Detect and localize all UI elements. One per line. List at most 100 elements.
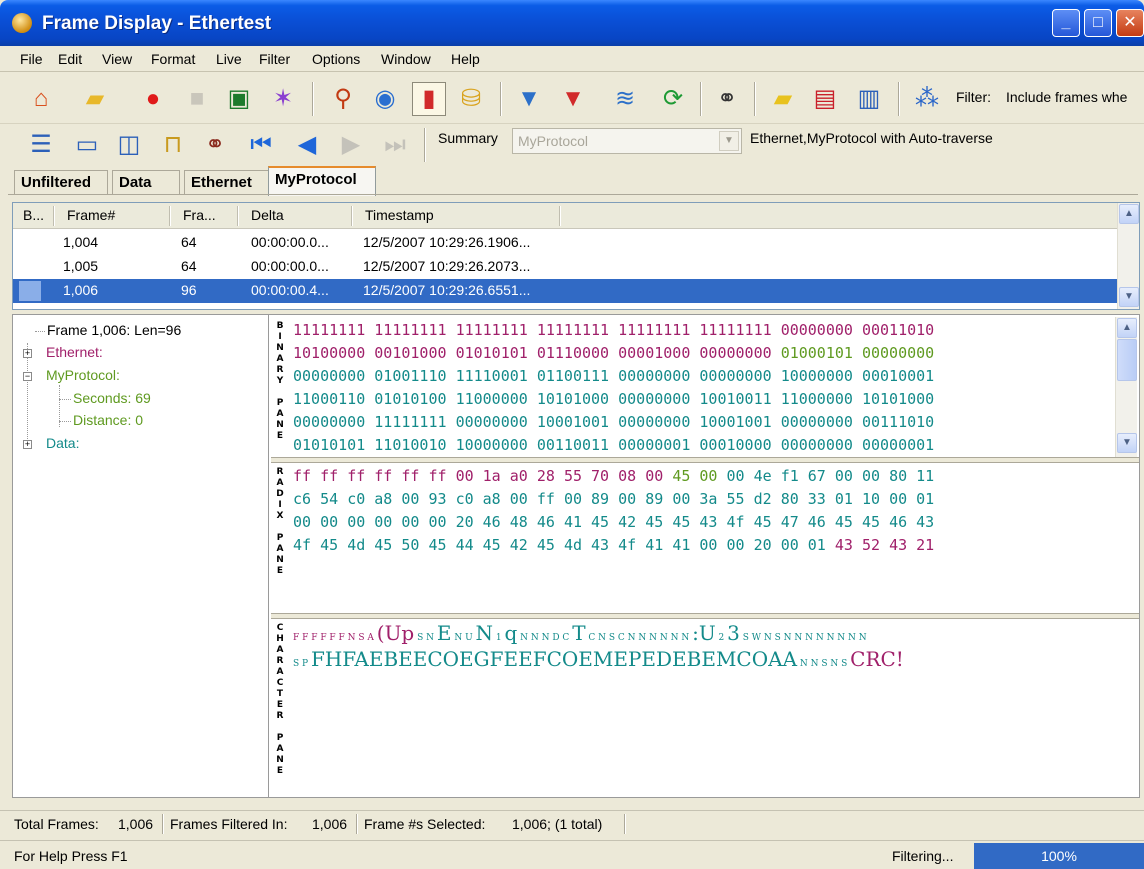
binary-byte[interactable]: 01100111 xyxy=(537,367,618,385)
binary-byte[interactable]: 11111111 xyxy=(537,321,618,339)
scroll-up-icon[interactable]: ▲ xyxy=(1117,318,1137,338)
hex-byte[interactable]: 00 xyxy=(699,467,726,485)
tree-node-ethernet[interactable]: Ethernet: xyxy=(46,344,103,360)
hex-byte[interactable]: 45 xyxy=(672,467,699,485)
hex-byte[interactable]: 45 xyxy=(483,536,510,554)
frame-list-scrollbar[interactable]: ▲ ▼ xyxy=(1117,203,1139,309)
hex-byte[interactable]: 10 xyxy=(862,490,889,508)
tab-unfiltered[interactable]: Unfiltered xyxy=(14,170,108,194)
binary-byte[interactable]: 10001001 xyxy=(699,413,780,431)
hex-byte[interactable]: 00 xyxy=(564,490,591,508)
binary-byte[interactable]: 00000001 xyxy=(862,436,934,454)
binary-byte[interactable]: 11010010 xyxy=(374,436,455,454)
binary-byte[interactable]: 10101000 xyxy=(537,390,618,408)
hex-byte[interactable]: 4d xyxy=(347,536,374,554)
hex-byte[interactable]: 80 xyxy=(781,490,808,508)
hex-byte[interactable]: 43 xyxy=(699,513,726,531)
home-icon[interactable]: ⌂ xyxy=(24,82,58,116)
hex-byte[interactable]: 00 xyxy=(699,536,726,554)
menu-format[interactable]: Format xyxy=(151,51,195,67)
hex-byte[interactable]: f1 xyxy=(781,467,808,485)
menu-filter[interactable]: Filter xyxy=(259,51,290,67)
scroll-down-icon[interactable]: ▼ xyxy=(1117,433,1137,453)
column-bookmark[interactable]: B... xyxy=(23,207,44,223)
binary-byte[interactable]: 00000000 xyxy=(618,390,699,408)
hex-byte[interactable]: 45 xyxy=(862,513,889,531)
binary-byte[interactable]: 00010001 xyxy=(862,367,934,385)
hex-byte[interactable]: 42 xyxy=(618,513,645,531)
tab-data[interactable]: Data xyxy=(112,170,180,194)
hex-byte[interactable]: a8 xyxy=(374,490,401,508)
menu-help[interactable]: Help xyxy=(451,51,480,67)
hex-byte[interactable]: 43 xyxy=(835,536,862,554)
network-icon[interactable]: ⁂ xyxy=(910,82,944,116)
hex-byte[interactable]: 00 xyxy=(889,490,916,508)
binary-byte[interactable]: 10010011 xyxy=(699,390,780,408)
binary-byte[interactable]: 11110001 xyxy=(456,367,537,385)
hex-byte[interactable]: 4e xyxy=(754,467,781,485)
tree-node-myprotocol[interactable]: MyProtocol: xyxy=(46,367,120,383)
column-frame-number[interactable]: Frame# xyxy=(67,207,115,223)
binary-byte[interactable]: 11111111 xyxy=(374,413,455,431)
hex-byte[interactable]: 21 xyxy=(916,536,934,554)
hex-byte[interactable]: 52 xyxy=(862,536,889,554)
hex-byte[interactable]: 4f xyxy=(293,536,320,554)
binary-byte[interactable]: 11111111 xyxy=(293,321,374,339)
hex-byte[interactable]: 45 xyxy=(428,536,455,554)
hex-byte[interactable]: 45 xyxy=(591,513,618,531)
hex-byte[interactable]: 80 xyxy=(889,467,916,485)
hex-byte[interactable]: 45 xyxy=(672,513,699,531)
hex-byte[interactable]: 00 xyxy=(401,513,428,531)
binary-byte[interactable]: 00000000 xyxy=(293,413,374,431)
hex-byte[interactable]: 00 xyxy=(320,513,347,531)
binoculars-icon[interactable]: ⚭ xyxy=(710,82,744,116)
hex-byte[interactable]: ff xyxy=(293,467,320,485)
tab-ethernet[interactable]: Ethernet xyxy=(184,170,274,194)
tree-node-frame[interactable]: Frame 1,006: Len=96 xyxy=(47,322,181,338)
hex-byte[interactable]: 01 xyxy=(835,490,862,508)
menu-edit[interactable]: Edit xyxy=(58,51,82,67)
binary-byte[interactable]: 00000000 xyxy=(293,367,374,385)
column-timestamp[interactable]: Timestamp xyxy=(365,207,434,223)
hex-byte[interactable]: ff xyxy=(347,467,374,485)
menu-live[interactable]: Live xyxy=(216,51,242,67)
hex-byte[interactable]: 46 xyxy=(483,513,510,531)
hex-byte[interactable]: 45 xyxy=(320,536,347,554)
hex-byte[interactable]: ff xyxy=(428,467,455,485)
hex-byte[interactable]: 00 xyxy=(727,467,754,485)
binary-byte[interactable]: 11000000 xyxy=(781,390,862,408)
binary-byte[interactable]: 01001110 xyxy=(374,367,455,385)
chart-edit-icon[interactable]: ✶ xyxy=(266,82,300,116)
hex-byte[interactable]: ff xyxy=(320,467,347,485)
first-frame-icon[interactable]: ⏮ xyxy=(244,128,278,162)
binary-byte[interactable]: 11000000 xyxy=(456,390,537,408)
hex-byte[interactable]: 67 xyxy=(808,467,835,485)
scroll-up-icon[interactable]: ▲ xyxy=(1119,204,1139,224)
summary-select[interactable]: MyProtocol ▼ xyxy=(512,128,742,154)
menu-file[interactable]: File xyxy=(20,51,43,67)
hex-byte[interactable]: 50 xyxy=(401,536,428,554)
hex-byte[interactable]: 93 xyxy=(428,490,455,508)
hex-byte[interactable]: 00 xyxy=(727,536,754,554)
refresh-icon[interactable]: ⟳ xyxy=(656,82,690,116)
hex-byte[interactable]: 45 xyxy=(754,513,781,531)
hex-byte[interactable]: 33 xyxy=(808,490,835,508)
binary-byte[interactable]: 11111111 xyxy=(456,321,537,339)
split-pane-icon[interactable]: ◫ xyxy=(112,128,146,162)
hex-byte[interactable]: 11 xyxy=(916,467,934,485)
last-frame-icon[interactable]: ⏭ xyxy=(378,128,412,162)
binary-byte[interactable]: 00000000 xyxy=(456,413,537,431)
hex-byte[interactable]: 46 xyxy=(808,513,835,531)
book-blue-icon[interactable]: ▥ xyxy=(852,82,886,116)
hex-byte[interactable]: 54 xyxy=(320,490,347,508)
column-frame-size[interactable]: Fra... xyxy=(183,207,216,223)
binary-byte[interactable]: 00111010 xyxy=(862,413,934,431)
binary-byte[interactable]: 00000000 xyxy=(781,436,862,454)
hex-byte[interactable]: 00 xyxy=(645,467,672,485)
menu-window[interactable]: Window xyxy=(381,51,431,67)
binary-byte[interactable]: 10100000 xyxy=(293,344,374,362)
stop-icon[interactable]: ■ xyxy=(180,82,214,116)
hex-byte[interactable]: 00 xyxy=(618,490,645,508)
binary-byte[interactable]: 01110000 xyxy=(537,344,618,362)
collapse-icon[interactable]: − xyxy=(23,372,32,381)
